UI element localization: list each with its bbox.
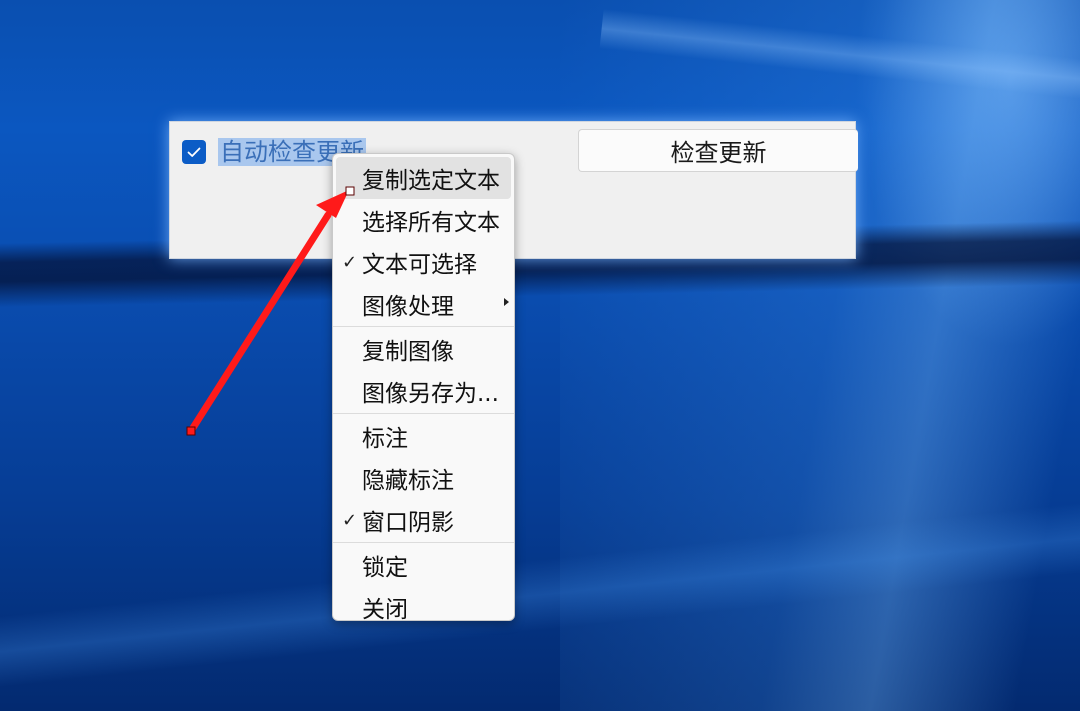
- menu-item-annotate[interactable]: 标注: [336, 415, 511, 457]
- menu-item-select-all-text[interactable]: 选择所有文本: [336, 199, 511, 241]
- submenu-arrow-icon: [504, 298, 509, 306]
- menu-separator: [333, 542, 514, 543]
- auto-update-checkbox[interactable]: [182, 140, 206, 164]
- menu-item-label: 复制图像: [362, 339, 454, 365]
- menu-item-label: 文本可选择: [362, 252, 477, 278]
- menu-item-text-selectable[interactable]: ✓ 文本可选择: [336, 241, 511, 283]
- menu-item-label: 图像另存为...: [362, 381, 499, 407]
- menu-item-label: 选择所有文本: [362, 210, 500, 236]
- light-beam: [0, 499, 1080, 691]
- menu-item-label: 锁定: [362, 555, 408, 581]
- menu-item-label: 隐藏标注: [362, 468, 454, 494]
- menu-separator: [333, 413, 514, 414]
- menu-item-label: 窗口阴影: [362, 510, 454, 536]
- menu-item-label: 复制选定文本: [362, 168, 500, 194]
- menu-item-close[interactable]: 关闭: [336, 586, 511, 628]
- check-icon: ✓: [342, 509, 358, 531]
- context-menu: 复制选定文本 选择所有文本 ✓ 文本可选择 图像处理 复制图像 图像另存为...…: [332, 153, 515, 623]
- menu-item-copy-image[interactable]: 复制图像: [336, 328, 511, 370]
- desktop-background: [0, 0, 1080, 711]
- light-beam: [599, 8, 1080, 112]
- menu-item-label: 标注: [362, 426, 408, 452]
- menu-separator: [333, 326, 514, 327]
- menu-item-image-processing[interactable]: 图像处理: [336, 283, 511, 325]
- menu-item-lock[interactable]: 锁定: [336, 544, 511, 586]
- menu-item-label: 图像处理: [362, 294, 454, 320]
- menu-item-copy-selected-text[interactable]: 复制选定文本: [336, 157, 511, 199]
- light-beam: [560, 0, 1080, 711]
- checkmark-icon: [187, 147, 201, 157]
- menu-item-hide-annotations[interactable]: 隐藏标注: [336, 457, 511, 499]
- menu-item-window-shadow[interactable]: ✓ 窗口阴影: [336, 499, 511, 541]
- check-update-button[interactable]: 检查更新: [578, 129, 858, 172]
- menu-item-label: 关闭: [362, 597, 408, 623]
- check-icon: ✓: [342, 251, 358, 273]
- menu-item-save-image-as[interactable]: 图像另存为...: [336, 370, 511, 412]
